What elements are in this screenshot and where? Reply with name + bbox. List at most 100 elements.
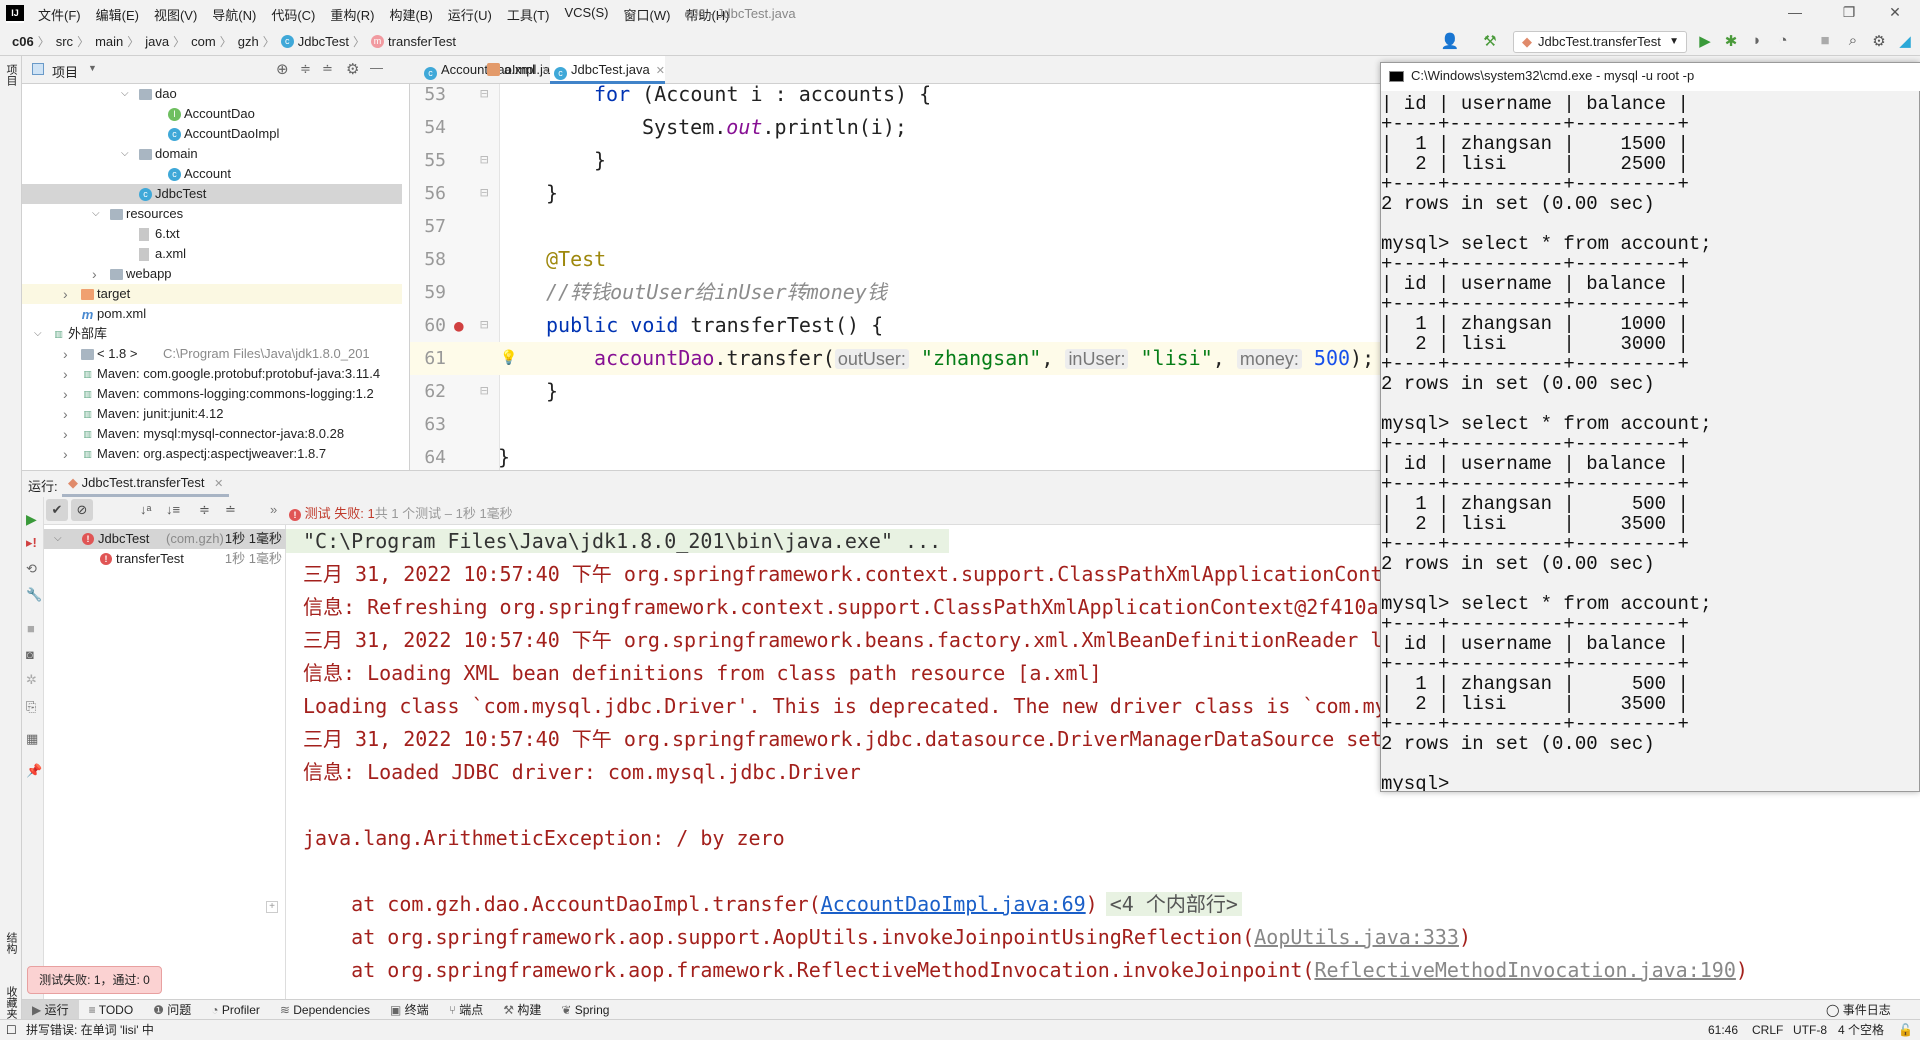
code-line[interactable]: 63 <box>410 408 1380 441</box>
tool-window-endpoints[interactable]: ⑂ 端点 <box>439 1000 494 1020</box>
project-view-selector[interactable]: 项目 <box>52 62 78 81</box>
close-icon[interactable]: ✕ <box>214 478 223 490</box>
stop-icon[interactable]: ■ <box>27 621 35 636</box>
run-configuration-dropdown[interactable]: ◆ JdbcTest.transferTest ▼ <box>1513 31 1687 53</box>
chevron-down-icon[interactable]: ⌵ <box>121 84 129 104</box>
breadcrumb-item[interactable]: c06 <box>12 34 34 49</box>
tree-item[interactable]: › ▥ Maven: junit:junit:4.12 <box>22 404 402 424</box>
locate-icon[interactable]: ⊕ <box>276 60 289 78</box>
tree-item[interactable]: › target <box>22 284 402 304</box>
account-icon[interactable]: 👤 <box>1440 32 1460 50</box>
expand-all-icon[interactable]: ≑ <box>199 502 210 518</box>
chevron-right-icon[interactable]: › <box>92 264 97 284</box>
settings-icon[interactable]: ✲ <box>26 672 37 688</box>
stacktrace-link[interactable]: AccountDaoImpl.java:69 <box>821 892 1086 916</box>
export-icon[interactable]: ⎘ <box>26 699 36 715</box>
tool-window-spring[interactable]: ❦ Spring <box>551 1000 619 1020</box>
tree-item[interactable]: I AccountDao <box>22 104 402 124</box>
code-line[interactable]: 55 ⊟} <box>410 144 1380 177</box>
collapse-all-icon[interactable]: ≐ <box>322 61 333 77</box>
intention-bulb-icon[interactable]: 💡 <box>500 342 517 375</box>
breadcrumb-item[interactable]: JdbcTest <box>298 34 349 49</box>
tree-item[interactable]: › ▥ Maven: org.aspectj:aspectjweaver:1.8.7 <box>22 444 402 464</box>
run-icon[interactable]: ▶ <box>1695 32 1715 50</box>
chevron-right-icon[interactable]: › <box>63 344 68 364</box>
tool-window-terminal[interactable]: ▣ 终端 <box>380 1000 439 1020</box>
tool-window-run[interactable]: ▶ 运行 <box>22 999 79 1020</box>
breadcrumb-item[interactable]: src <box>56 34 73 49</box>
lock-icon[interactable]: 🔓 <box>1898 1020 1913 1040</box>
chevron-down-icon[interactable]: ⌵ <box>92 204 100 224</box>
project-tool-button[interactable]: 项目 <box>3 64 19 86</box>
tree-item[interactable]: ⌵ ▥ 外部库 <box>22 324 402 344</box>
stop-icon[interactable]: ■ <box>1815 32 1835 49</box>
tree-item[interactable]: › webapp <box>22 264 402 284</box>
run-test-failed-icon[interactable]: ● <box>454 309 464 342</box>
debug-icon[interactable]: ✱ <box>1721 32 1741 50</box>
fold-icon[interactable]: ⊟ <box>480 309 488 342</box>
toolbox-icon[interactable]: ◢ <box>1895 32 1915 50</box>
expand-all-icon[interactable]: ≑ <box>300 61 311 77</box>
tool-window-dependencies[interactable]: ≋ Dependencies <box>270 1000 380 1020</box>
chevron-down-icon[interactable]: ▼ <box>88 63 97 73</box>
gear-icon[interactable]: ⚙ <box>1869 32 1889 50</box>
tree-item[interactable]: ⌵ resources <box>22 204 402 224</box>
test-item[interactable]: ⌵! JdbcTest (com.gzh) 1秒 1毫秒 <box>44 529 286 549</box>
tree-item[interactable]: c Account <box>22 164 402 184</box>
pin-icon[interactable]: 📌 <box>26 763 42 779</box>
tree-item[interactable]: ⌵ dao <box>22 84 402 104</box>
code-line[interactable]: 56 ⊟} <box>410 177 1380 210</box>
tree-item[interactable]: ⌵ domain <box>22 144 402 164</box>
tree-item[interactable]: a.xml <box>22 244 402 264</box>
minimize-icon[interactable]: — <box>1785 4 1805 24</box>
rerun-icon[interactable]: ▶ <box>26 511 37 528</box>
caret-position[interactable]: 61:46 <box>1708 1020 1738 1040</box>
tree-item[interactable]: 6.txt <box>22 224 402 244</box>
tree-item[interactable]: › ▥ Maven: com.google.protobuf:protobuf-ja… <box>22 364 402 384</box>
chevron-down-icon[interactable]: ⌵ <box>121 144 129 164</box>
fold-icon[interactable]: ⊟ <box>480 375 488 408</box>
breadcrumb-item[interactable]: main <box>95 34 123 49</box>
fold-icon[interactable]: ⊟ <box>480 144 488 177</box>
code-line[interactable]: 59 //转钱outUser给inUser转money钱 <box>410 276 1380 309</box>
fold-icon[interactable]: ⊟ <box>480 78 488 111</box>
chevron-right-icon[interactable]: › <box>63 284 68 304</box>
code-line[interactable]: 53 ⊟ for (Account i : accounts) { <box>410 78 1380 111</box>
sort-alpha-icon[interactable]: ↓ᵃ <box>140 502 151 517</box>
tree-item[interactable]: › ▥ Maven: commons-logging:commons-logging… <box>22 384 402 404</box>
code-line[interactable]: 60 ● ⊟ public void transferTest() { <box>410 309 1380 342</box>
chevron-right-icon[interactable]: › <box>63 404 68 424</box>
test-item[interactable]: ! transferTest 1秒 1毫秒 <box>44 549 286 569</box>
status-toggle-icon[interactable]: ☐ <box>6 1020 17 1040</box>
close-icon[interactable]: ✕ <box>1885 4 1905 24</box>
tree-item[interactable]: m pom.xml <box>22 304 402 324</box>
structure-tool-button[interactable]: 结构 <box>3 932 19 954</box>
indent-setting[interactable]: 4 个空格 <box>1838 1020 1884 1040</box>
tree-item[interactable]: c AccountDaoImpl <box>22 124 402 144</box>
favorites-tool-button[interactable]: 收藏夹 <box>3 986 19 1019</box>
internal-lines-fold[interactable]: <4 个内部行> <box>1105 892 1242 916</box>
run-tab[interactable]: ◆ JdbcTest.transferTest ✕ <box>62 471 230 497</box>
chevron-down-icon[interactable]: ⌵ <box>54 529 62 549</box>
file-encoding[interactable]: UTF-8 <box>1793 1020 1827 1040</box>
chevron-right-icon[interactable]: › <box>63 444 68 464</box>
show-ignored-icon[interactable]: ⊘ <box>71 499 93 521</box>
breadcrumb-item[interactable]: java <box>145 34 169 49</box>
code-line[interactable]: 64} <box>410 441 1380 470</box>
cmd-output[interactable]: +----+----------+---------+| id | userna… <box>1381 91 1920 791</box>
breadcrumb-item[interactable]: com <box>191 34 216 49</box>
search-icon[interactable]: ⌕ <box>1843 32 1863 49</box>
wrench-icon[interactable]: 🔧 <box>26 587 42 603</box>
chevron-right-icon[interactable]: › <box>63 364 68 384</box>
code-line[interactable]: 58 @Test <box>410 243 1380 276</box>
collapse-all-icon[interactable]: ≐ <box>225 502 236 518</box>
tool-window-problems[interactable]: ❶ 问题 <box>143 1000 201 1020</box>
breadcrumb-item[interactable]: transferTest <box>388 34 456 49</box>
code-line[interactable]: 54 System.out.println(i); <box>410 111 1380 144</box>
camera-icon[interactable]: ◙ <box>26 647 34 662</box>
gear-icon[interactable]: ⚙ <box>346 60 359 78</box>
line-ending[interactable]: CRLF <box>1752 1020 1783 1040</box>
breadcrumb-item[interactable]: gzh <box>238 34 259 49</box>
cmd-title-bar[interactable]: C:\Windows\system32\cmd.exe - mysql -u r… <box>1381 63 1920 91</box>
stacktrace-link[interactable]: AopUtils.java:333 <box>1254 925 1459 949</box>
